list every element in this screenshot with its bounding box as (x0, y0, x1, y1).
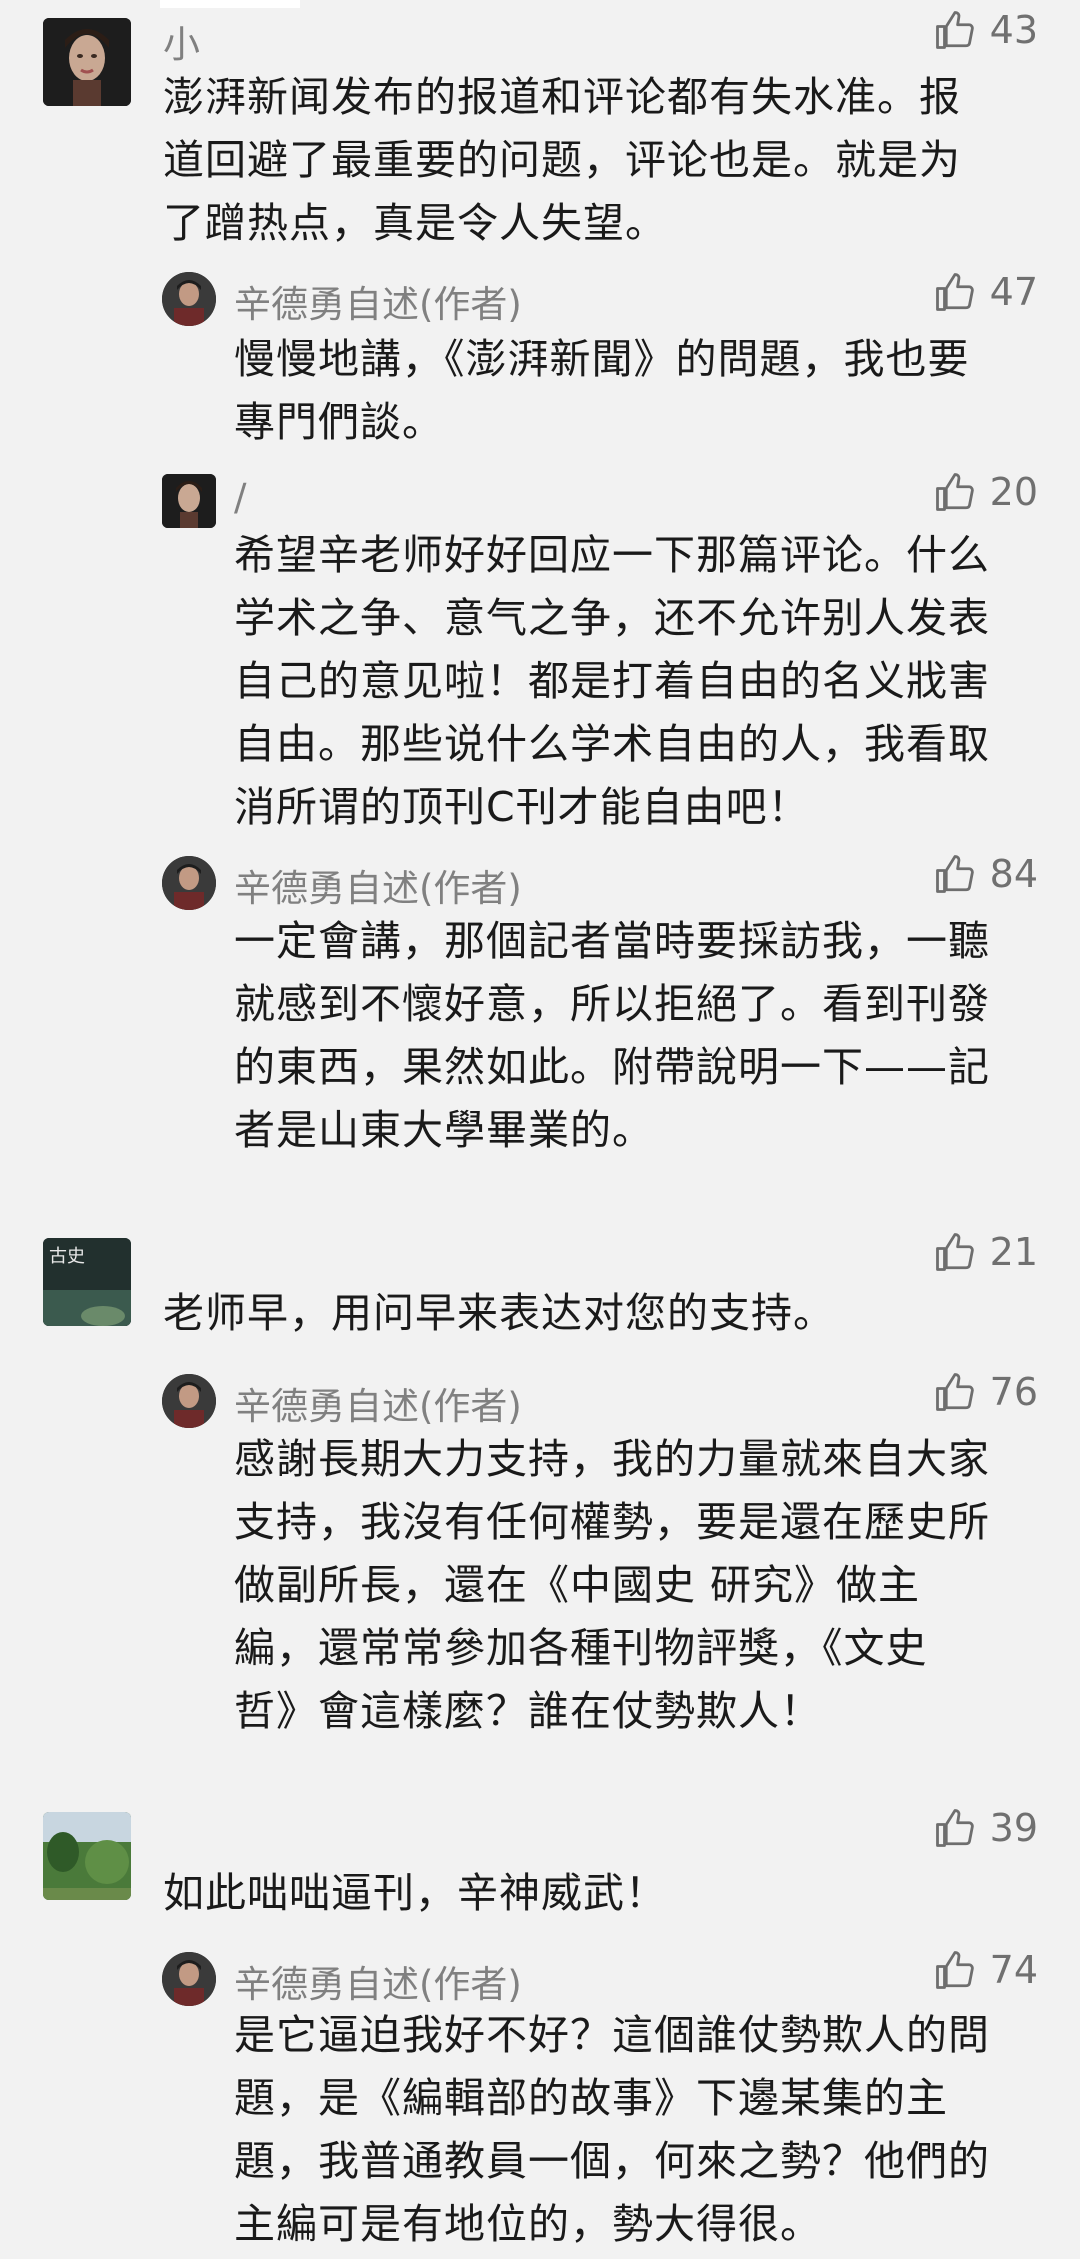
comment-username[interactable]: 小 (163, 14, 200, 68)
reply-username[interactable]: 辛德勇自述(作者) (234, 1376, 522, 1430)
comment-text: 老师早，用问早来表达对您的支持。 (163, 1289, 835, 1337)
like-button[interactable]: 74 (934, 1948, 1038, 1992)
thumbs-up-icon (935, 855, 974, 893)
landscape-icon (43, 1812, 131, 1900)
thumbs-up-icon (935, 1809, 974, 1847)
like-button[interactable]: 76 (934, 1370, 1038, 1414)
thumbs-up-icon (935, 1951, 974, 1989)
like-button[interactable]: 21 (934, 1230, 1038, 1274)
reply-username[interactable]: 辛德勇自述(作者) (234, 274, 522, 328)
reply-text: 是它逼迫我好不好？這個誰仗勢欺人的問 題，是《編輯部的故事》下邊某集的主 題，我… (234, 2011, 990, 2248)
thumbs-up-icon (935, 1233, 974, 1271)
reply-username[interactable]: / (234, 476, 246, 519)
reply-text: 一定會講，那個記者當時要採訪我，一聽 就感到不懷好意，所以拒絕了。看到刊發 的東… (234, 917, 990, 1154)
like-count: 84 (989, 852, 1038, 896)
like-count: 20 (989, 470, 1038, 514)
like-count: 43 (989, 8, 1038, 52)
like-count: 39 (989, 1806, 1038, 1850)
like-button[interactable]: 39 (934, 1806, 1038, 1850)
user-avatar[interactable] (43, 18, 131, 106)
thumbs-up-icon (935, 11, 974, 49)
like-button[interactable]: 47 (934, 270, 1038, 314)
like-count: 76 (989, 1370, 1038, 1414)
thumbs-up-icon (935, 273, 974, 311)
user-avatar[interactable] (43, 1812, 131, 1900)
author-avatar[interactable] (162, 856, 216, 910)
book-cover-icon: 古史 (43, 1238, 131, 1326)
comment-text: 澎湃新闻发布的报道和评论都有失水准。报 道回避了最重要的问题，评论也是。就是为 … (163, 73, 961, 247)
reply-username[interactable]: 辛德勇自述(作者) (234, 858, 522, 912)
user-avatar[interactable]: 古史 (43, 1238, 131, 1326)
like-button[interactable]: 43 (934, 8, 1038, 52)
portrait-icon (162, 474, 216, 528)
like-button[interactable]: 20 (934, 470, 1038, 514)
author-avatar[interactable] (162, 1374, 216, 1428)
reply-text: 希望辛老师好好回应一下那篇评论。什么 学术之争、意气之争，还不允许别人发表 自己… (234, 531, 990, 831)
reply-text: 感謝長期大力支持，我的力量就來自大家 支持，我沒有任何權勢，要是還在歷史所 做副… (234, 1435, 990, 1735)
user-avatar[interactable] (162, 474, 216, 528)
author-portrait-icon (162, 1374, 216, 1428)
like-count: 47 (989, 270, 1038, 314)
portrait-icon (43, 18, 131, 106)
author-avatar[interactable] (162, 272, 216, 326)
like-count: 21 (989, 1230, 1038, 1274)
top-strip (160, 0, 300, 8)
like-count: 74 (989, 1948, 1038, 1992)
reply-username[interactable]: 辛德勇自述(作者) (234, 1954, 522, 2008)
author-avatar[interactable] (162, 1952, 216, 2006)
like-button[interactable]: 84 (934, 852, 1038, 896)
author-portrait-icon (162, 1952, 216, 2006)
author-portrait-icon (162, 856, 216, 910)
thumbs-up-icon (935, 473, 974, 511)
avatar-label: 古史 (49, 1246, 85, 1267)
comment-text: 如此咄咄逼刊，辛神威武！ (163, 1869, 667, 1917)
reply-text: 慢慢地講，《澎湃新聞》的問題，我也要 專門們談。 (234, 335, 970, 446)
author-portrait-icon (162, 272, 216, 326)
thumbs-up-icon (935, 1373, 974, 1411)
